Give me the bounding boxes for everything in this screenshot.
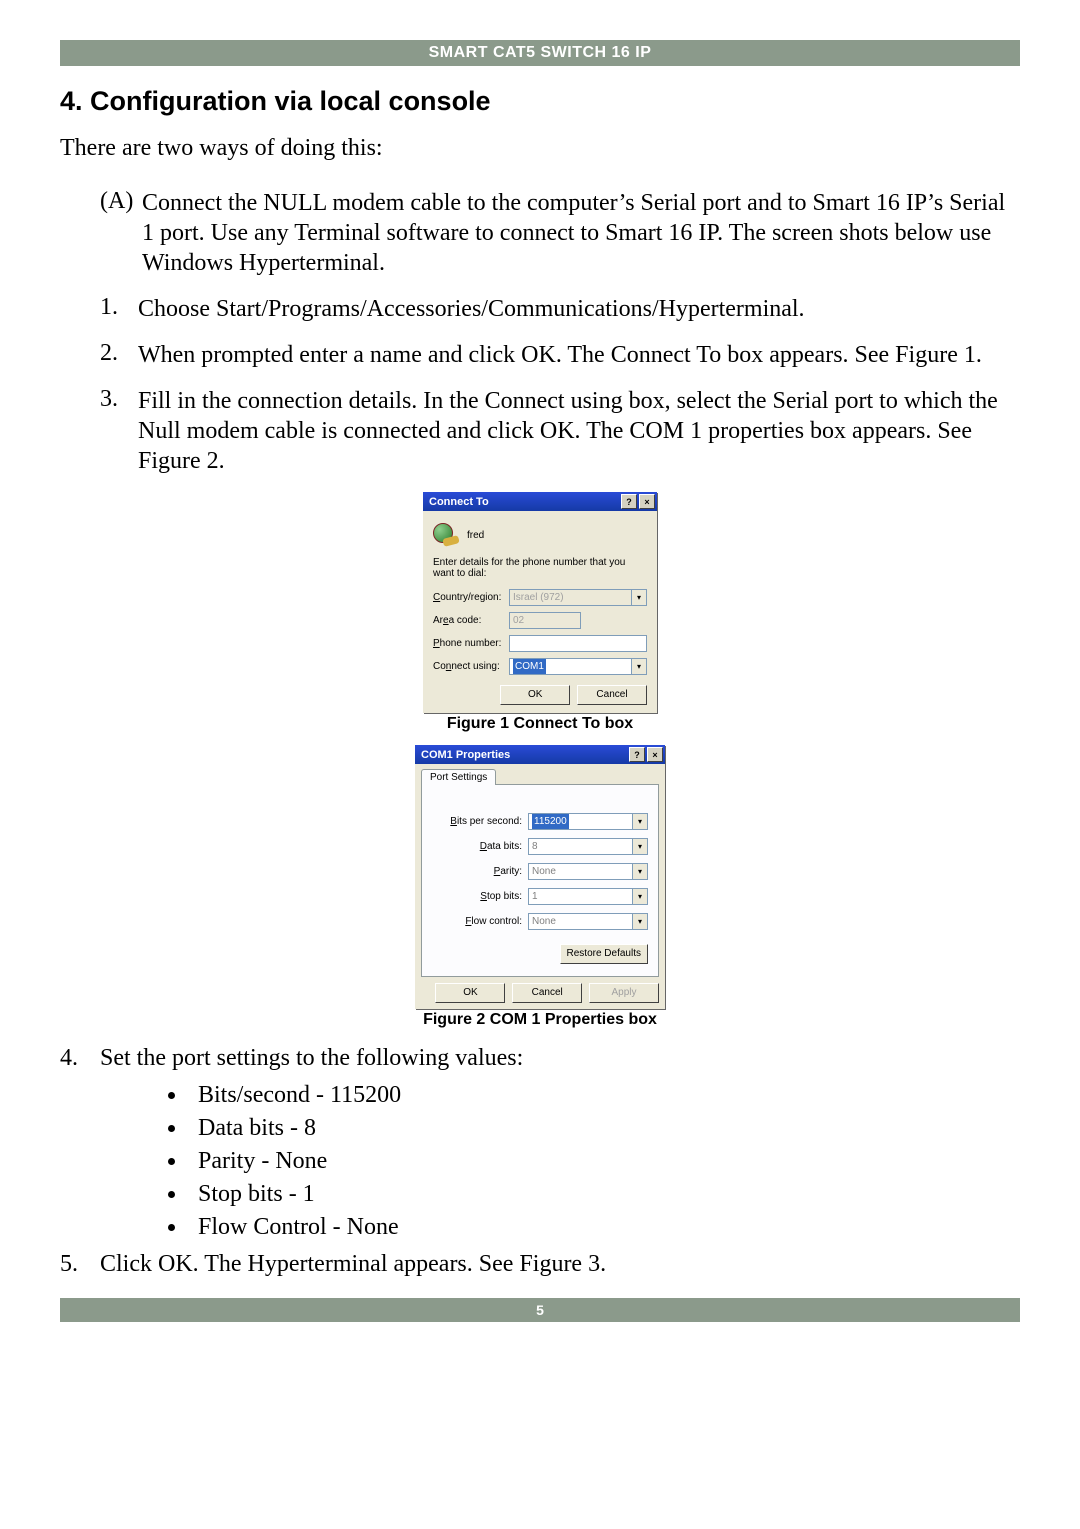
close-icon[interactable]: × <box>639 494 655 509</box>
section-heading: 4. Configuration via local console <box>60 86 1020 117</box>
databits-select[interactable]: 8 <box>528 838 633 855</box>
step-number: 2. <box>60 340 138 370</box>
label-phone: Phone number: <box>433 638 509 649</box>
step-text: Click OK. The Hyperterminal appears. See… <box>100 1251 606 1278</box>
step-4: 4. Set the port settings to the followin… <box>60 1045 1020 1072</box>
country-select[interactable]: Israel (972) <box>509 589 632 606</box>
page-number-footer: 5 <box>60 1298 1020 1322</box>
figure-1-caption: Figure 1 Connect To box <box>60 715 1020 733</box>
port-settings-pane: Bits per second: 115200▾ Data bits: 8▾ P… <box>421 785 659 977</box>
list-item: Parity - None <box>188 1148 1020 1175</box>
close-icon[interactable]: × <box>647 747 663 762</box>
option-a-label: (A) <box>60 188 138 278</box>
parity-select[interactable]: None <box>528 863 633 880</box>
list-item: Data bits - 8 <box>188 1115 1020 1142</box>
cancel-button[interactable]: Cancel <box>577 685 647 705</box>
step-text: Set the port settings to the following v… <box>100 1045 523 1072</box>
phone-number-input[interactable] <box>509 635 647 652</box>
label-bps: Bits per second: <box>432 816 528 827</box>
ok-button[interactable]: OK <box>435 983 505 1003</box>
step-number: 5. <box>60 1251 100 1278</box>
list-item: Flow Control - None <box>188 1214 1020 1241</box>
connection-name: fred <box>467 530 484 541</box>
figure-2-caption: Figure 2 COM 1 Properties box <box>60 1011 1020 1029</box>
bps-select[interactable]: 115200 <box>528 813 633 830</box>
label-area: Area code: <box>433 615 509 626</box>
dialog-titlebar: COM1 Properties ? × <box>415 745 665 764</box>
intro-text: There are two ways of doing this: <box>60 135 1020 162</box>
ok-button[interactable]: OK <box>500 685 570 705</box>
help-icon[interactable]: ? <box>621 494 637 509</box>
figure-1: Connect To ? × fred Enter details for th… <box>60 492 1020 713</box>
step-number: 1. <box>60 294 138 324</box>
step-5: 5. Click OK. The Hyperterminal appears. … <box>60 1251 1020 1278</box>
chevron-down-icon[interactable]: ▾ <box>631 658 647 675</box>
chevron-down-icon[interactable]: ▾ <box>632 913 648 930</box>
area-code-input[interactable]: 02 <box>509 612 581 629</box>
step-text: Fill in the connection details. In the C… <box>138 386 1020 476</box>
step-2: 2. When prompted enter a name and click … <box>60 340 1020 370</box>
label-databits: Data bits: <box>432 841 528 852</box>
option-a-text: Connect the NULL modem cable to the comp… <box>138 188 1020 278</box>
label-connect-using: Connect using: <box>433 661 509 672</box>
cancel-button[interactable]: Cancel <box>512 983 582 1003</box>
help-icon[interactable]: ? <box>629 747 645 762</box>
step-text: When prompted enter a name and click OK.… <box>138 340 1020 370</box>
dialog-titlebar: Connect To ? × <box>423 492 657 511</box>
step-text: Choose Start/Programs/Accessories/Commun… <box>138 294 1020 324</box>
apply-button[interactable]: Apply <box>589 983 659 1003</box>
connect-using-select[interactable]: COM1 <box>509 658 632 675</box>
flowcontrol-select[interactable]: None <box>528 913 633 930</box>
com1-properties-dialog: COM1 Properties ? × Port Settings Bits p… <box>415 745 665 1009</box>
connect-to-dialog: Connect To ? × fred Enter details for th… <box>423 492 657 713</box>
connection-icon <box>433 523 461 547</box>
step-number: 4. <box>60 1045 100 1072</box>
label-parity: Parity: <box>432 866 528 877</box>
chevron-down-icon[interactable]: ▾ <box>632 888 648 905</box>
chevron-down-icon[interactable]: ▾ <box>632 813 648 830</box>
chevron-down-icon[interactable]: ▾ <box>632 863 648 880</box>
dialog-title: Connect To <box>429 496 489 508</box>
list-item: Bits/second - 115200 <box>188 1082 1020 1109</box>
figure-2: COM1 Properties ? × Port Settings Bits p… <box>60 745 1020 1009</box>
dialog-instruction: Enter details for the phone number that … <box>433 557 647 579</box>
header-banner: SMART CAT5 SWITCH 16 IP <box>60 40 1020 66</box>
restore-defaults-button[interactable]: Restore Defaults <box>560 944 649 964</box>
dialog-title: COM1 Properties <box>421 749 510 761</box>
chevron-down-icon[interactable]: ▾ <box>632 838 648 855</box>
label-flowcontrol: Flow control: <box>432 916 528 927</box>
label-country: Country/region: <box>433 592 509 603</box>
port-settings-list: Bits/second - 115200 Data bits - 8 Parit… <box>60 1082 1020 1241</box>
step-3: 3. Fill in the connection details. In th… <box>60 386 1020 476</box>
tab-port-settings[interactable]: Port Settings <box>421 769 496 785</box>
step-1: 1. Choose Start/Programs/Accessories/Com… <box>60 294 1020 324</box>
step-number: 3. <box>60 386 138 476</box>
list-item: Stop bits - 1 <box>188 1181 1020 1208</box>
label-stopbits: Stop bits: <box>432 891 528 902</box>
stopbits-select[interactable]: 1 <box>528 888 633 905</box>
chevron-down-icon[interactable]: ▾ <box>631 589 647 606</box>
option-a: (A) Connect the NULL modem cable to the … <box>60 188 1020 278</box>
